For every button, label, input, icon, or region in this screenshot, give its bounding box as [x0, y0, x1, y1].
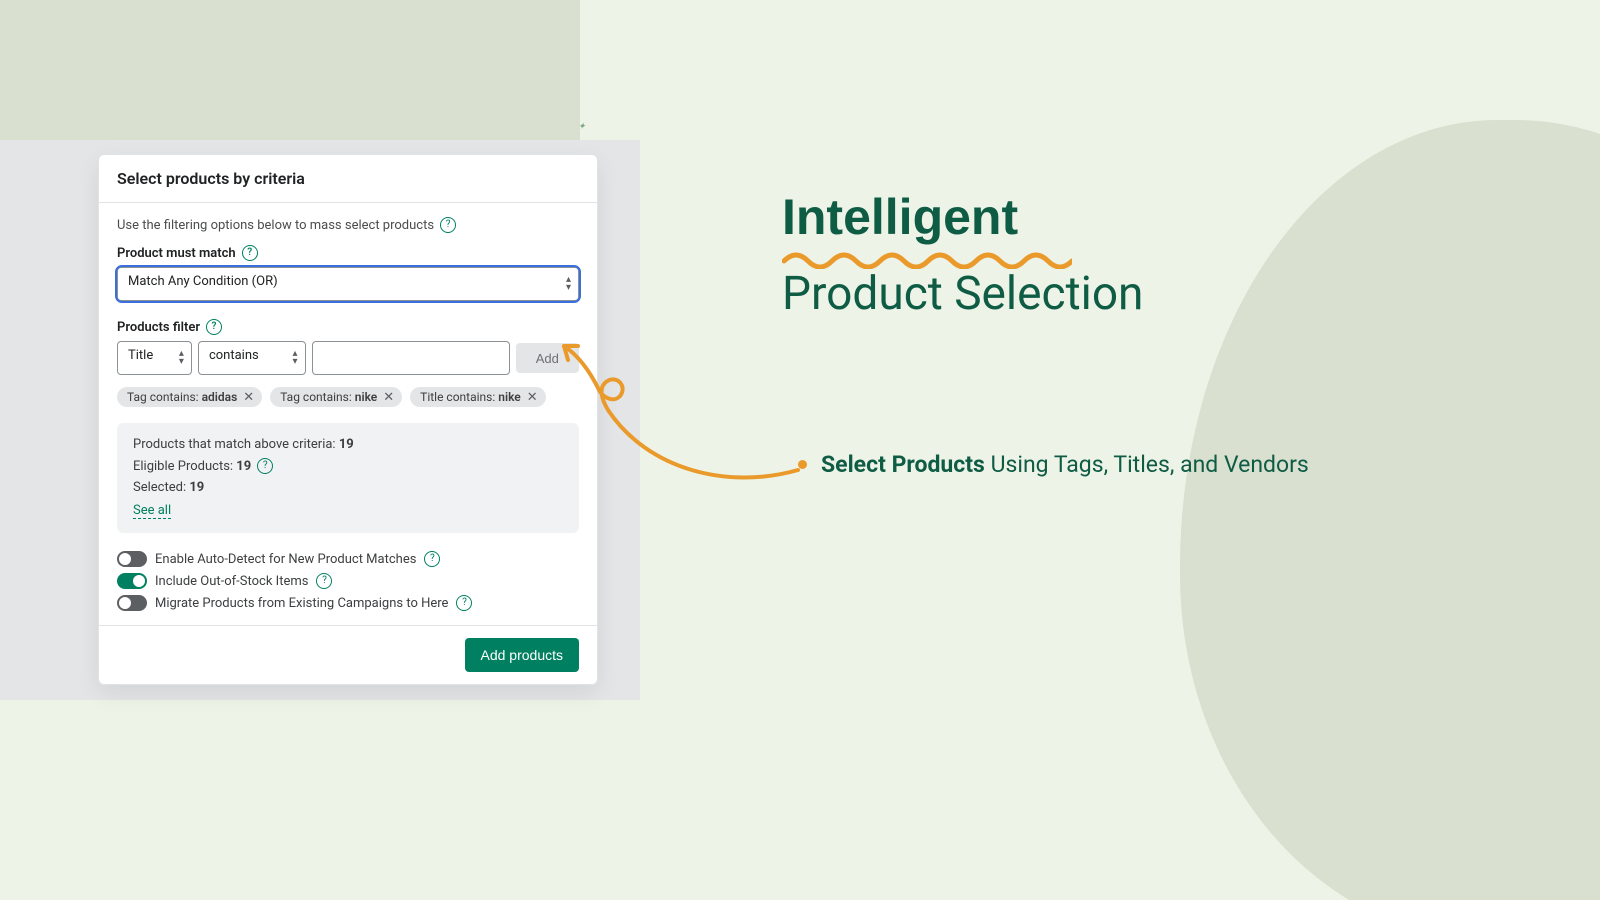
match-summary: Products that match above criteria: 19 E…: [117, 423, 579, 533]
card-title: Select products by criteria: [99, 155, 597, 203]
toggle-label: Include Out-of-Stock Items: [155, 574, 308, 589]
toggle-row: Include Out-of-Stock Items?: [117, 573, 579, 589]
help-icon[interactable]: ?: [257, 458, 273, 474]
filter-tag: Tag contains: adidas ✕: [117, 387, 262, 407]
help-icon[interactable]: ?: [440, 217, 456, 233]
summary-match-count: 19: [339, 437, 354, 452]
toggle-row: Enable Auto-Detect for New Product Match…: [117, 551, 579, 567]
summary-match-label: Products that match above criteria:: [133, 437, 339, 452]
hero-line2: Product Selection: [782, 269, 1342, 320]
hero-heading: Intelligent Product Selection: [782, 190, 1342, 320]
help-icon[interactable]: ?: [242, 245, 258, 261]
summary-selected-count: 19: [189, 480, 204, 495]
close-icon[interactable]: ✕: [527, 391, 538, 404]
summary-eligible-label: Eligible Products:: [133, 459, 236, 474]
filter-label: Products filter: [117, 320, 200, 335]
add-filter-button[interactable]: Add: [516, 343, 579, 373]
help-icon[interactable]: ?: [316, 573, 332, 589]
help-icon[interactable]: ?: [206, 319, 222, 335]
tag-text: Tag contains: nike: [280, 390, 377, 404]
tag-text: Tag contains: adidas: [127, 390, 237, 404]
see-all-link[interactable]: See all: [133, 503, 171, 519]
filter-value-input[interactable]: [312, 341, 510, 375]
filter-tag: Title contains: nike ✕: [410, 387, 546, 407]
toggle-switch[interactable]: [117, 551, 147, 567]
match-label: Product must match: [117, 246, 236, 261]
close-icon[interactable]: ✕: [243, 391, 254, 404]
underline-squiggle-icon: [782, 249, 1072, 269]
toggle-label: Enable Auto-Detect for New Product Match…: [155, 552, 416, 567]
filter-operator-select[interactable]: contains ▴▾: [198, 341, 306, 375]
hero-line1: Intelligent: [782, 190, 1342, 245]
toggle-list: Enable Auto-Detect for New Product Match…: [117, 551, 579, 611]
bullet-dot-icon: [798, 460, 807, 469]
tag-text: Title contains: nike: [420, 390, 521, 404]
bullet-rest: Using Tags, Titles, and Vendors: [985, 451, 1309, 478]
feature-bullet: Select Products Using Tags, Titles, and …: [798, 448, 1328, 483]
toggle-row: Migrate Products from Existing Campaigns…: [117, 595, 579, 611]
decorative-blob-top-left: [0, 0, 580, 160]
summary-eligible-count: 19: [236, 459, 251, 474]
help-icon[interactable]: ?: [424, 551, 440, 567]
watermark: ✦: [578, 122, 586, 132]
helper-text: Use the filtering options below to mass …: [117, 218, 434, 233]
close-icon[interactable]: ✕: [383, 391, 394, 404]
bullet-strong: Select Products: [821, 451, 985, 478]
filter-tag: Tag contains: nike ✕: [270, 387, 402, 407]
add-products-button[interactable]: Add products: [465, 638, 580, 672]
toggle-switch[interactable]: [117, 595, 147, 611]
active-filter-tags: Tag contains: adidas ✕ Tag contains: nike ✕…: [117, 387, 579, 407]
toggle-switch[interactable]: [117, 573, 147, 589]
match-condition-select[interactable]: Match Any Condition (OR) ▴▾: [117, 267, 579, 301]
summary-selected-label: Selected:: [133, 480, 189, 495]
filter-field-select[interactable]: Title ▴▾: [117, 341, 192, 375]
select-products-card: Select products by criteria Use the filt…: [98, 154, 598, 685]
help-icon[interactable]: ?: [456, 595, 472, 611]
toggle-label: Migrate Products from Existing Campaigns…: [155, 596, 448, 611]
